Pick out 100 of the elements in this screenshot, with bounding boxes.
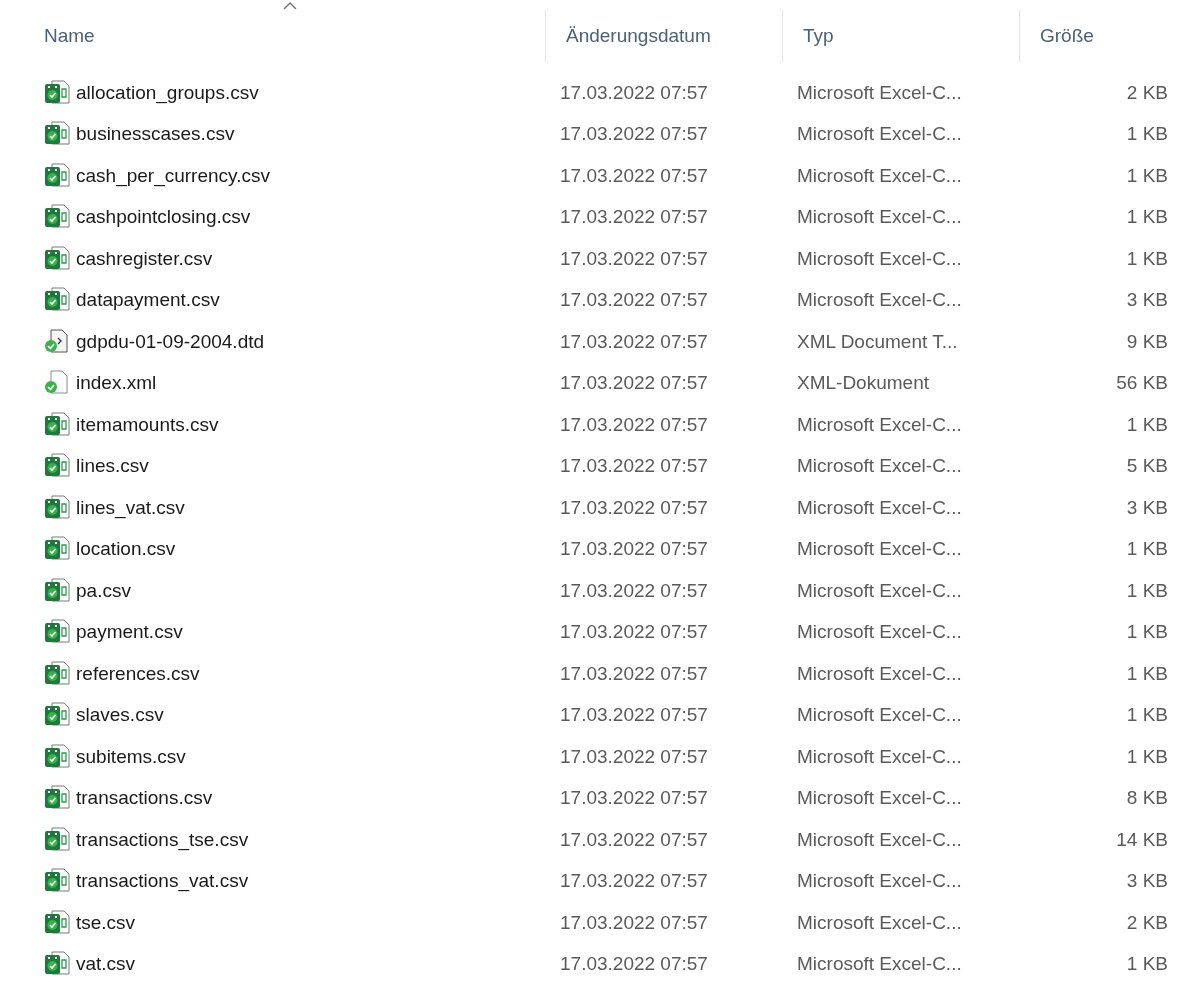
column-header[interactable]: Änderungsdatum: [560, 21, 717, 51]
file-type: XML-Dokument: [797, 372, 929, 395]
file-name[interactable]: cashpointclosing.csv: [76, 206, 251, 229]
file-name[interactable]: transactions.csv: [76, 787, 213, 810]
file-name[interactable]: cashregister.csv: [76, 247, 213, 270]
file-size: 1 KB: [1126, 662, 1168, 685]
modified-date: 17.03.2022 07:57: [560, 621, 708, 644]
file-type: Microsoft Excel-C...: [797, 538, 962, 561]
file-size: 2 KB: [1126, 911, 1168, 934]
file-type: Microsoft Excel-C...: [797, 911, 962, 934]
file-name[interactable]: transactions_tse.csv: [76, 828, 249, 851]
spreadsheet-file-icon: [44, 494, 70, 519]
file-name[interactable]: transactions_vat.csv: [76, 870, 249, 893]
modified-date: 17.03.2022 07:57: [560, 123, 708, 146]
spreadsheet-file-icon: [44, 660, 70, 685]
file-name[interactable]: lines.csv: [76, 455, 149, 478]
file-size: 56 KB: [1116, 372, 1168, 395]
file-name[interactable]: datapayment.csv: [76, 289, 220, 312]
file-size: 8 KB: [1126, 787, 1168, 810]
file-size: 3 KB: [1126, 289, 1168, 312]
file-type: Microsoft Excel-C...: [797, 496, 962, 519]
file-name[interactable]: location.csv: [76, 538, 176, 561]
spreadsheet-file-icon: [44, 785, 70, 810]
file-type: Microsoft Excel-C...: [797, 247, 962, 270]
modified-date: 17.03.2022 07:57: [560, 247, 708, 270]
file-size: 1 KB: [1126, 953, 1168, 976]
file-size: 1 KB: [1126, 704, 1168, 727]
file-name[interactable]: tse.csv: [76, 911, 136, 934]
file-type: Microsoft Excel-C...: [797, 455, 962, 478]
file-type: Microsoft Excel-C...: [797, 621, 962, 644]
file-name[interactable]: slaves.csv: [76, 704, 164, 727]
file-name[interactable]: payment.csv: [76, 621, 183, 644]
spreadsheet-file-icon: [44, 536, 70, 561]
file-size: 1 KB: [1126, 247, 1168, 270]
file-size: 1 KB: [1126, 538, 1168, 561]
modified-date: 17.03.2022 07:57: [560, 579, 708, 602]
file-name[interactable]: vat.csv: [76, 953, 136, 976]
file-type: Microsoft Excel-C...: [797, 745, 962, 768]
column-header[interactable]: Name: [38, 21, 101, 51]
modified-date: 17.03.2022 07:57: [560, 704, 708, 727]
spreadsheet-file-icon: [44, 162, 70, 187]
file-size: 1 KB: [1126, 206, 1168, 229]
modified-date: 17.03.2022 07:57: [560, 206, 708, 229]
spreadsheet-file-icon: [44, 245, 70, 270]
file-size: 1 KB: [1126, 745, 1168, 768]
modified-date: 17.03.2022 07:57: [560, 745, 708, 768]
file-name[interactable]: pa.csv: [76, 579, 131, 602]
spreadsheet-file-icon: [44, 79, 70, 104]
file-name[interactable]: lines_vat.csv: [76, 496, 185, 519]
file-size: 9 KB: [1126, 330, 1168, 353]
file-type: Microsoft Excel-C...: [797, 579, 962, 602]
spreadsheet-file-icon: [44, 702, 70, 727]
file-type: Microsoft Excel-C...: [797, 289, 962, 312]
modified-date: 17.03.2022 07:57: [560, 870, 708, 893]
spreadsheet-file-icon: [44, 868, 70, 893]
file-type: Microsoft Excel-C...: [797, 787, 962, 810]
spreadsheet-file-icon: [44, 826, 70, 851]
file-size: 1 KB: [1126, 123, 1168, 146]
modified-date: 17.03.2022 07:57: [560, 413, 708, 436]
file-size: 1 KB: [1126, 579, 1168, 602]
file-type: Microsoft Excel-C...: [797, 953, 962, 976]
file-size: 1 KB: [1126, 621, 1168, 644]
column-header[interactable]: Größe: [1034, 21, 1100, 51]
modified-date: 17.03.2022 07:57: [560, 455, 708, 478]
file-name[interactable]: allocation_groups.csv: [76, 81, 259, 104]
file-size: 1 KB: [1126, 413, 1168, 436]
modified-date: 17.03.2022 07:57: [560, 164, 708, 187]
spreadsheet-file-icon: [44, 204, 70, 229]
file-type: Microsoft Excel-C...: [797, 662, 962, 685]
file-name[interactable]: gdpdu-01-09-2004.dtd: [76, 330, 265, 353]
file-type: Microsoft Excel-C...: [797, 123, 962, 146]
file-type: Microsoft Excel-C...: [797, 164, 962, 187]
spreadsheet-file-icon: [44, 287, 70, 312]
file-name[interactable]: references.csv: [76, 662, 200, 685]
modified-date: 17.03.2022 07:57: [560, 828, 708, 851]
file-name[interactable]: index.xml: [76, 372, 157, 395]
spreadsheet-file-icon: [44, 411, 70, 436]
column-header[interactable]: Typ: [797, 21, 840, 51]
modified-date: 17.03.2022 07:57: [560, 911, 708, 934]
file-type: Microsoft Excel-C...: [797, 870, 962, 893]
modified-date: 17.03.2022 07:57: [560, 289, 708, 312]
file-size: 3 KB: [1126, 870, 1168, 893]
modified-date: 17.03.2022 07:57: [560, 787, 708, 810]
file-type: Microsoft Excel-C...: [797, 704, 962, 727]
file-type: Microsoft Excel-C...: [797, 413, 962, 436]
spreadsheet-file-icon: [44, 743, 70, 768]
document-file-icon: [44, 328, 70, 353]
file-size: 2 KB: [1126, 81, 1168, 104]
file-name[interactable]: cash_per_currency.csv: [76, 164, 270, 187]
file-name[interactable]: businesscases.csv: [76, 123, 235, 146]
file-size: 1 KB: [1126, 164, 1168, 187]
spreadsheet-file-icon: [44, 453, 70, 478]
file-name[interactable]: subitems.csv: [76, 745, 186, 768]
spreadsheet-file-icon: [44, 909, 70, 934]
modified-date: 17.03.2022 07:57: [560, 372, 708, 395]
modified-date: 17.03.2022 07:57: [560, 81, 708, 104]
file-size: 14 KB: [1116, 828, 1168, 851]
spreadsheet-file-icon: [44, 577, 70, 602]
file-size: 3 KB: [1126, 496, 1168, 519]
file-name[interactable]: itemamounts.csv: [76, 413, 219, 436]
